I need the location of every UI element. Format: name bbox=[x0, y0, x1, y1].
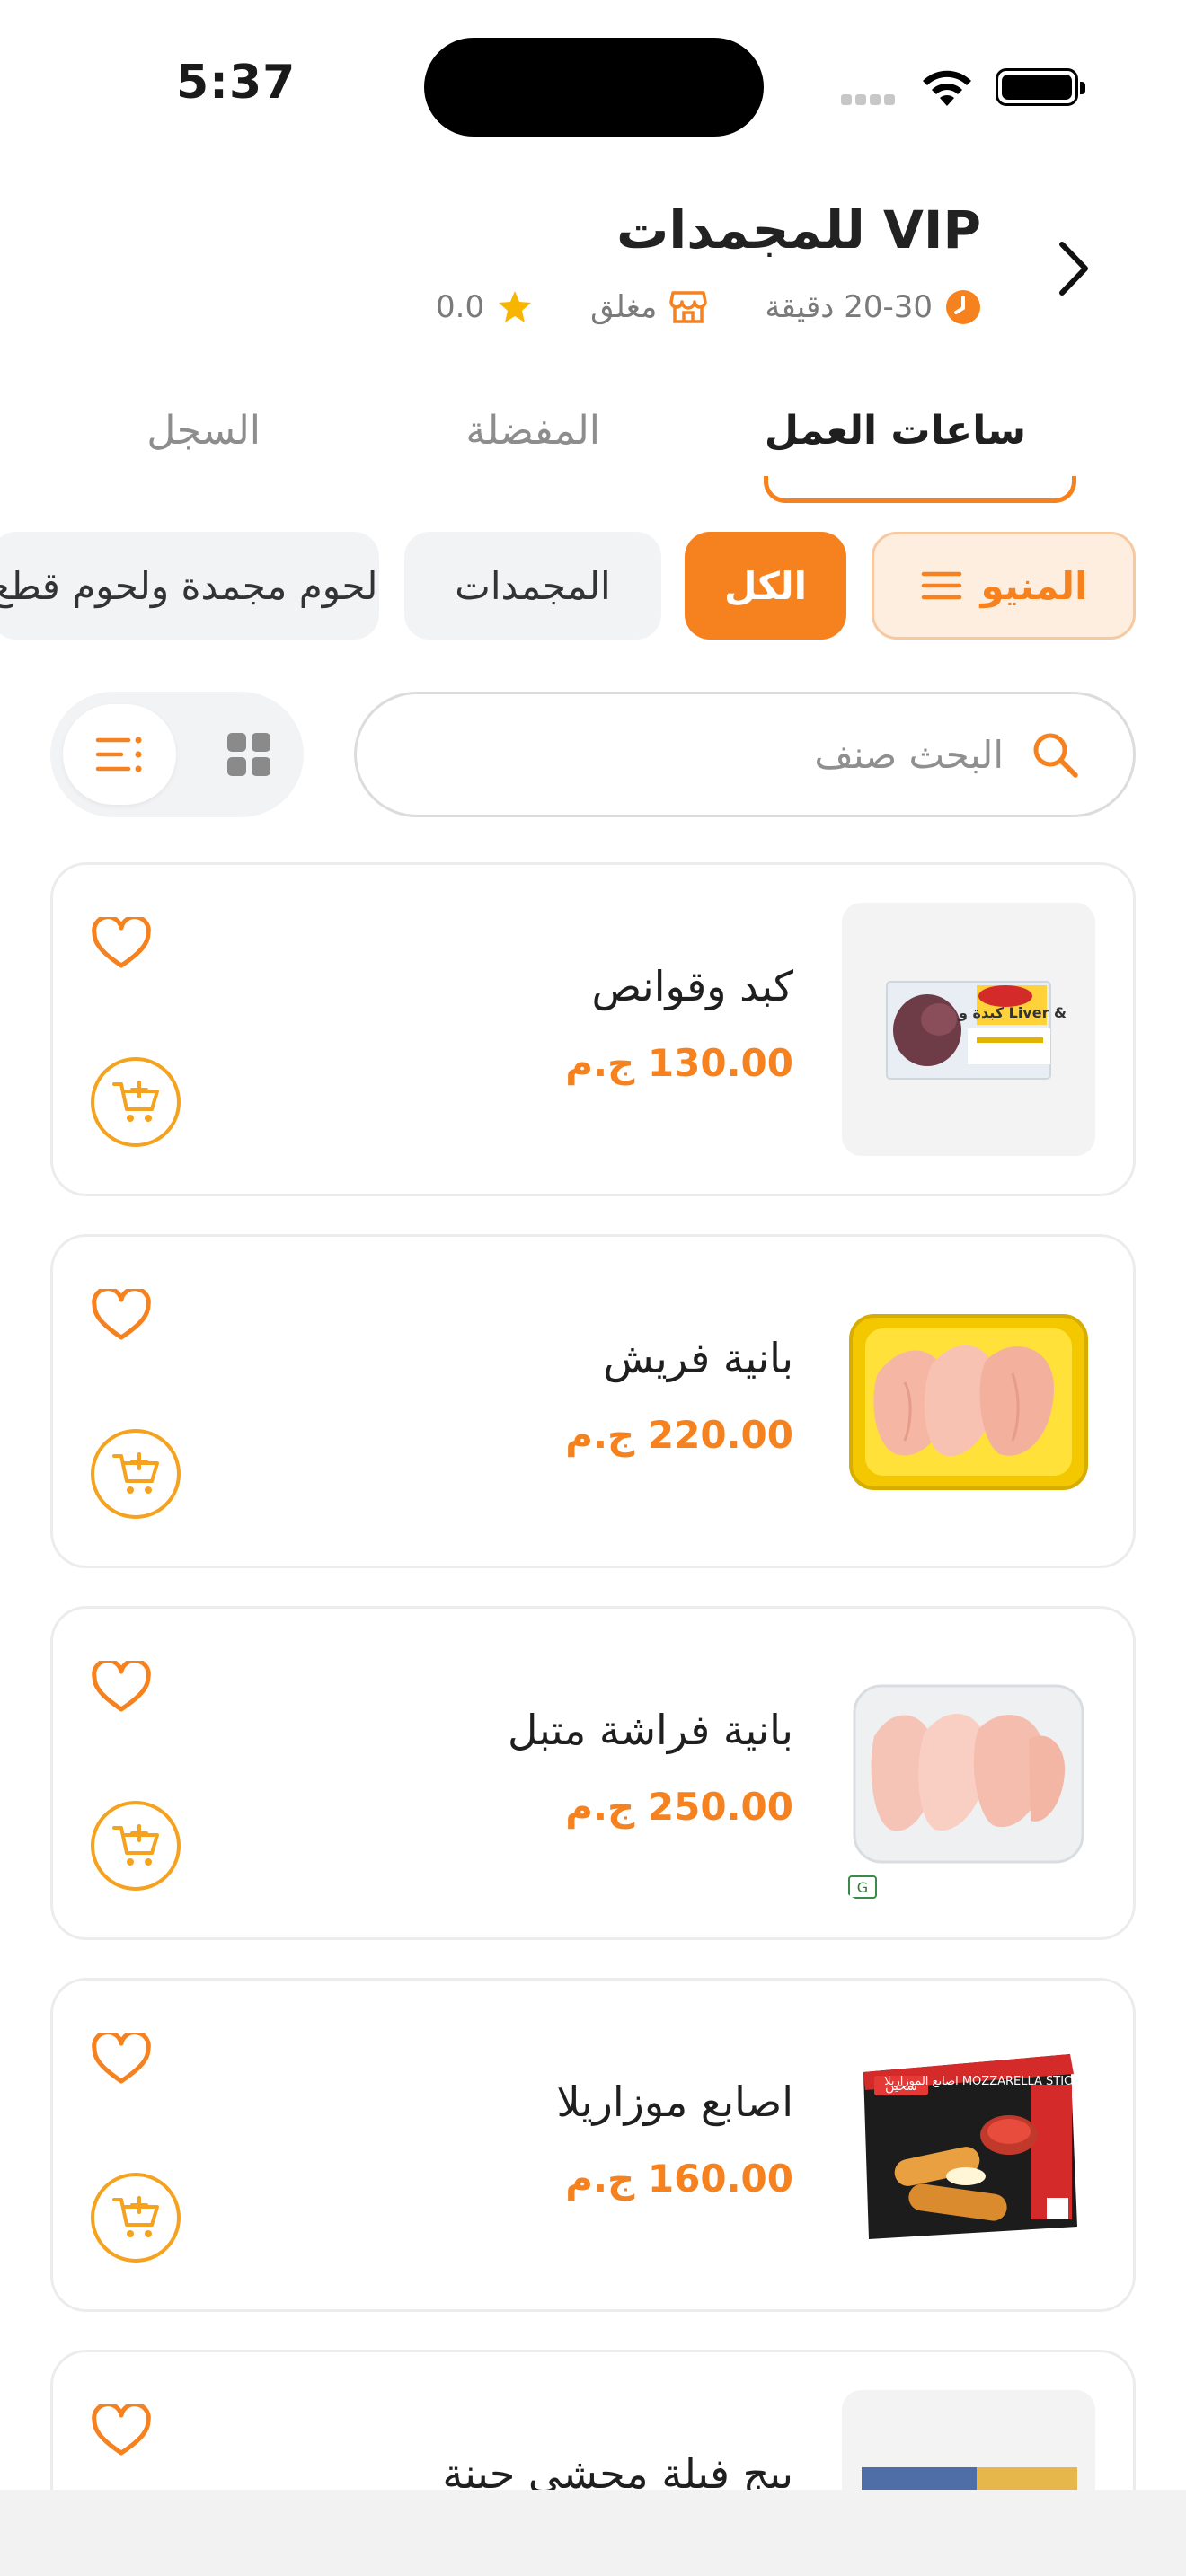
category-chips: المنيو الكل المجمدات لحوم مجمدة ولحوم قط… bbox=[0, 532, 1186, 641]
svg-text:G: G bbox=[857, 1879, 868, 1896]
product-card[interactable]: G بانية فراشة متبل 250.00 ج.م bbox=[50, 1606, 1136, 1940]
cart-plus-icon bbox=[112, 1452, 159, 1494]
product-price: 130.00 ج.م bbox=[565, 1041, 793, 1085]
heart-icon[interactable] bbox=[91, 2033, 152, 2086]
rating-group: 0.0 bbox=[436, 289, 533, 325]
delivery-time-text: 20-30 دقيقة bbox=[765, 289, 933, 325]
tab-favorites[interactable]: المفضلة bbox=[465, 408, 600, 454]
bottom-safe-area bbox=[0, 2490, 1186, 2576]
category-chip-meat[interactable]: لحوم مجمدة ولحوم قطع bbox=[0, 532, 379, 640]
cart-plus-icon bbox=[112, 2196, 159, 2237]
rating-text: 0.0 bbox=[436, 289, 485, 325]
wifi-icon bbox=[923, 70, 971, 106]
active-tab-indicator bbox=[764, 476, 1076, 503]
add-to-cart-button[interactable] bbox=[91, 1429, 181, 1519]
store-meta-row: 20-30 دقيقة مغلق 0.0 bbox=[436, 286, 981, 329]
product-image-partial bbox=[842, 2390, 1095, 2490]
grid-view-button[interactable] bbox=[208, 704, 289, 805]
product-price: 250.00 ج.م bbox=[565, 1785, 793, 1829]
cart-plus-icon bbox=[112, 1081, 159, 1122]
back-chevron-icon[interactable] bbox=[1046, 237, 1100, 300]
product-image-chicken-butterfly: G bbox=[842, 1646, 1095, 1900]
view-mode-toggle bbox=[50, 692, 304, 817]
product-name: بانية فريش bbox=[603, 1334, 793, 1382]
product-card[interactable]: سحين اصابع الموزاريلا MOZZARELLA STICKS … bbox=[50, 1978, 1136, 2312]
heart-icon[interactable] bbox=[91, 917, 152, 971]
dynamic-island bbox=[424, 38, 764, 137]
mozzarella-box-label: اصابع الموزاريلا MOZZARELLA STICKS bbox=[884, 2075, 1087, 2088]
product-name: بيج فيلة محشي جبنة bbox=[442, 2449, 793, 2490]
product-name: كبد وقوانص bbox=[591, 962, 793, 1010]
product-price: 220.00 ج.م bbox=[565, 1413, 793, 1457]
store-status-group: مغلق bbox=[590, 289, 708, 325]
cellular-signal-icon bbox=[841, 92, 904, 105]
product-image-chicken-fresh bbox=[842, 1275, 1095, 1528]
app-screen: 5:37 VIP للمجمدات 20-30 دقيقة مغلق 0.0 س… bbox=[0, 0, 1186, 2490]
status-time: 5:37 bbox=[176, 56, 296, 110]
product-card[interactable]: كبدة و Liver & كبد وقوانص 130.00 ج.م bbox=[50, 862, 1136, 1196]
heart-icon[interactable] bbox=[91, 1289, 152, 1343]
heart-icon[interactable] bbox=[91, 2404, 152, 2458]
menu-chip-label: المنيو bbox=[980, 563, 1088, 608]
product-name: بانية فراشة متبل bbox=[507, 1706, 793, 1754]
category-chip-frozen[interactable]: المجمدات bbox=[404, 532, 661, 640]
store-icon bbox=[669, 291, 708, 323]
search-placeholder: البحث صنف bbox=[814, 732, 1004, 777]
product-price: 160.00 ج.م bbox=[565, 2157, 793, 2201]
delivery-time-group: 20-30 دقيقة bbox=[765, 289, 981, 325]
add-to-cart-button[interactable] bbox=[91, 2173, 181, 2263]
star-icon bbox=[499, 291, 532, 322]
grid-view-icon bbox=[227, 733, 270, 776]
store-status-text: مغلق bbox=[590, 289, 658, 325]
menu-icon bbox=[921, 571, 961, 600]
list-view-icon bbox=[95, 737, 142, 772]
menu-chip[interactable]: المنيو bbox=[872, 532, 1136, 640]
heart-icon[interactable] bbox=[91, 1661, 152, 1715]
search-icon bbox=[1033, 733, 1078, 778]
liver-pack-label: كبدة و Liver & bbox=[958, 1004, 1067, 1021]
store-title: VIP للمجمدات bbox=[616, 199, 981, 260]
list-view-button[interactable] bbox=[63, 704, 176, 805]
battery-icon bbox=[996, 68, 1085, 106]
add-to-cart-button[interactable] bbox=[91, 1057, 181, 1147]
store-tabs: ساعات العمل المفضلة السجل bbox=[0, 386, 1186, 512]
tab-working-hours[interactable]: ساعات العمل bbox=[765, 408, 1026, 454]
product-image-mozzarella: سحين اصابع الموزاريلا MOZZARELLA STICKS bbox=[842, 2018, 1095, 2272]
add-to-cart-button[interactable] bbox=[91, 1801, 181, 1891]
clock-icon bbox=[946, 290, 980, 324]
product-name: اصابع موزاريلا bbox=[556, 2078, 793, 2126]
tab-history[interactable]: السجل bbox=[146, 408, 261, 454]
category-chip-all[interactable]: الكل bbox=[685, 532, 846, 640]
product-image-liver: كبدة و Liver & bbox=[842, 903, 1095, 1156]
search-input[interactable]: البحث صنف bbox=[354, 692, 1136, 817]
cart-plus-icon bbox=[112, 1824, 159, 1866]
product-card[interactable]: بيج فيلة محشي جبنة bbox=[50, 2350, 1136, 2490]
product-card[interactable]: بانية فريش 220.00 ج.م bbox=[50, 1234, 1136, 1568]
